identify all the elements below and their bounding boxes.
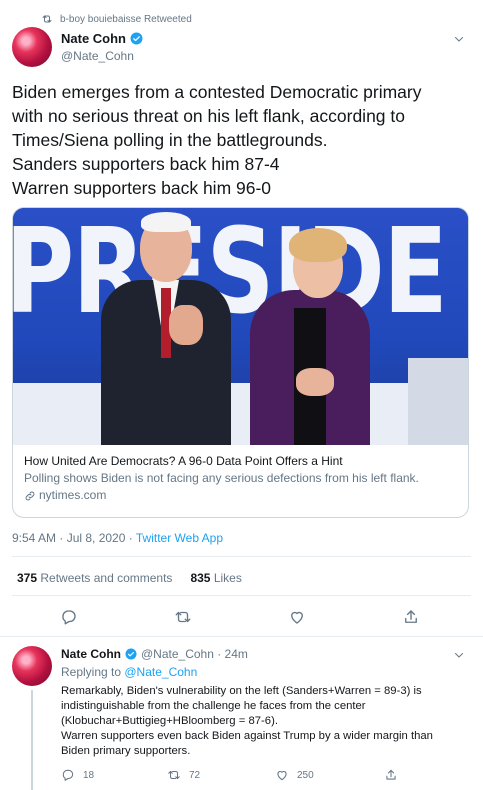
retweet-icon: [167, 768, 181, 782]
share-icon[interactable]: [402, 608, 420, 626]
card-image[interactable]: PRESIDE: [13, 208, 468, 445]
tweet-timestamp[interactable]: 9:54 AM · Jul 8, 2020 ·: [12, 531, 136, 545]
stage-floor: [13, 383, 468, 445]
tweet-actions: [0, 608, 483, 628]
tweet-text-line: Times/Siena polling in the battlegrounds…: [12, 130, 328, 150]
likes-label: Likes: [213, 571, 242, 585]
likes-stat[interactable]: 835 Likes: [190, 571, 241, 585]
retweet-header[interactable]: b-boy bouiebaisse Retweeted: [41, 12, 192, 26]
divider: [12, 595, 471, 596]
retweet-icon: [41, 13, 53, 25]
reply-retweet-button[interactable]: 72: [167, 768, 200, 782]
reply-icon: [61, 768, 75, 782]
link-icon: [24, 490, 36, 502]
share-icon: [384, 768, 398, 782]
tweet-text-line: Biden emerges from a contested Democrati…: [12, 82, 422, 102]
replying-handle-link[interactable]: @Nate_Cohn: [124, 665, 197, 679]
retweet-icon[interactable]: [174, 608, 192, 626]
person-right-hands: [296, 368, 334, 396]
tweet-text: Biden emerges from a contested Democrati…: [12, 80, 472, 200]
avatar[interactable]: [12, 27, 52, 67]
card-description: Polling shows Biden is not facing any se…: [24, 471, 419, 485]
reply-author-name[interactable]: Nate Cohn: [61, 647, 121, 661]
reply-reply-button[interactable]: 18: [61, 768, 94, 782]
retweets-stat[interactable]: 375 Retweets and comments: [17, 571, 172, 585]
author-name[interactable]: Nate Cohn: [61, 31, 126, 46]
reply-count: 18: [83, 769, 95, 781]
tweet-text-line: Sanders supporters back him 87-4: [12, 154, 280, 174]
author-handle[interactable]: @Nate_Cohn: [61, 49, 143, 63]
reply-text-line: Warren supporters even back Biden agains…: [61, 730, 433, 742]
reply-text-line: (Klobuchar+Buttigieg+HBloomberg = 87-6).: [61, 715, 278, 727]
tweet-meta: 9:54 AM · Jul 8, 2020 · Twitter Web App: [12, 531, 223, 545]
person-left-hair: [141, 212, 191, 232]
card-domain-text: nytimes.com: [39, 488, 107, 502]
reply-text-line: Remarkably, Biden's vulnerability on the…: [61, 685, 422, 697]
thread-line: [31, 690, 33, 790]
person-right-hair: [289, 228, 347, 262]
reply-avatar[interactable]: [12, 646, 52, 686]
likes-count: 835: [190, 571, 211, 585]
like-count: 250: [297, 769, 314, 781]
tweet-source-link[interactable]: Twitter Web App: [136, 531, 223, 545]
verified-badge-icon: [125, 648, 137, 660]
chevron-down-icon[interactable]: [453, 33, 465, 45]
reply-header: Nate Cohn @Nate_Cohn · 24m: [61, 647, 248, 661]
replying-to: Replying to @Nate_Cohn: [61, 665, 197, 679]
reply-handle-time[interactable]: @Nate_Cohn · 24m: [141, 647, 248, 661]
tweet-text-line: with no serious threat on his left flank…: [12, 106, 405, 126]
reply-like-button[interactable]: 250: [275, 768, 314, 782]
card-title: How United Are Democrats? A 96-0 Data Po…: [24, 454, 343, 468]
tweet-text-line: Warren supporters back him 96-0: [12, 178, 272, 198]
reply-text: Remarkably, Biden's vulnerability on the…: [61, 684, 471, 759]
card-domain: nytimes.com: [24, 488, 457, 503]
replying-prefix: Replying to: [61, 665, 125, 679]
retweets-label: Retweets and comments: [40, 571, 173, 585]
like-icon[interactable]: [288, 608, 306, 626]
verified-badge-icon: [130, 32, 143, 45]
divider: [12, 556, 471, 557]
like-icon: [275, 768, 289, 782]
reply-text-line: Biden primary supporters.: [61, 745, 191, 757]
person-left-hands: [169, 305, 203, 345]
reply-actions: 18 72 250: [61, 768, 471, 784]
tweet-stats: 375 Retweets and comments 835 Likes: [17, 571, 242, 585]
reply-share-button[interactable]: [384, 768, 398, 782]
reply-icon[interactable]: [60, 608, 78, 626]
retweet-count: 72: [189, 769, 201, 781]
card-body[interactable]: How United Are Democrats? A 96-0 Data Po…: [13, 445, 468, 503]
divider: [0, 636, 483, 637]
retweet-header-text: b-boy bouiebaisse Retweeted: [60, 13, 192, 25]
link-card[interactable]: PRESIDE How United Are Democrats? A 96-0…: [12, 207, 469, 518]
lectern: [408, 358, 468, 445]
reply-text-line: indistinguishable from the challenge he …: [61, 700, 366, 712]
chevron-down-icon[interactable]: [453, 649, 465, 661]
retweets-count: 375: [17, 571, 38, 585]
tweet-author: Nate Cohn @Nate_Cohn: [61, 31, 143, 63]
